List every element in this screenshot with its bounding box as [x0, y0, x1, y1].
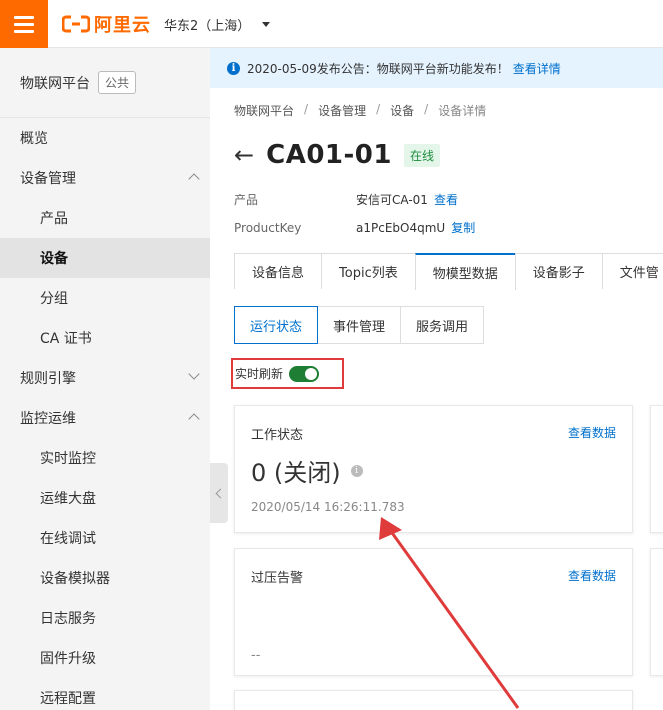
announcement-text: 2020-05-09发布公告：物联网平台新功能发布！	[247, 61, 509, 76]
top-bar: 阿里云 华东2（上海）	[0, 0, 663, 48]
breadcrumb-item[interactable]: 设备管理	[318, 102, 366, 119]
property-card-partial	[234, 690, 633, 710]
announcement-banner: i 2020-05-09发布公告：物联网平台新功能发布！ 查看详情	[210, 48, 663, 88]
sidebar-item-monitoring[interactable]: 监控运维	[0, 398, 210, 438]
sidebar-item-firmware-upgrade[interactable]: 固件升级	[0, 638, 210, 678]
property-card-partial	[650, 405, 663, 533]
product-row: 产品 安信可CA-01 查看	[234, 191, 458, 208]
sidebar-item-label: 规则引擎	[20, 371, 76, 387]
sidebar: 物联网平台 公共 概览 设备管理 产品 设备 分组 CA 证书 规则引擎 监控运…	[0, 48, 210, 710]
sidebar-item-device-management[interactable]: 设备管理	[0, 158, 210, 198]
sidebar-item-remote-config[interactable]: 远程配置	[0, 678, 210, 710]
property-card-partial	[650, 548, 663, 676]
sidebar-header: 物联网平台 公共	[0, 48, 210, 118]
brand-name: 阿里云	[94, 15, 151, 36]
view-data-link[interactable]: 查看数据	[568, 424, 616, 441]
page-title: CA01-01	[266, 140, 392, 170]
tab-file-management[interactable]: 文件管	[601, 253, 663, 289]
sidebar-item-product[interactable]: 产品	[0, 198, 210, 238]
sidebar-item-label: 在线调试	[40, 531, 96, 547]
chevron-up-icon	[188, 413, 200, 425]
subtab-service-call[interactable]: 服务调用	[400, 306, 485, 344]
sidebar-item-label: 设备管理	[20, 171, 76, 187]
sidebar-item-overview[interactable]: 概览	[0, 118, 210, 158]
breadcrumb-separator: /	[376, 102, 381, 116]
detail-tabs: 设备信息 Topic列表 物模型数据 设备影子 文件管	[234, 253, 663, 290]
property-card-overvoltage-alarm: 过压告警 查看数据 --	[234, 548, 633, 676]
sidebar-item-label: 分组	[40, 291, 68, 307]
copy-productkey-link[interactable]: 复制	[451, 221, 475, 235]
card-title: 过压告警	[251, 571, 304, 586]
card-value-text: 0 (关闭)	[251, 459, 341, 487]
subtab-event-management[interactable]: 事件管理	[317, 306, 402, 344]
announcement-link[interactable]: 查看详情	[513, 60, 561, 77]
breadcrumb-item[interactable]: 物联网平台	[234, 102, 294, 119]
subtab-running-status[interactable]: 运行状态	[234, 306, 319, 344]
sidebar-title: 物联网平台	[20, 75, 90, 92]
info-icon[interactable]: i	[350, 464, 363, 477]
sidebar-item-label: 设备模拟器	[40, 571, 110, 587]
breadcrumb-item[interactable]: 设备	[390, 102, 414, 119]
sidebar-item-ca-cert[interactable]: CA 证书	[0, 318, 210, 358]
breadcrumb-separator: /	[424, 102, 429, 116]
status-badge: 在线	[403, 143, 440, 167]
chevron-left-icon	[215, 488, 226, 498]
sidebar-item-device[interactable]: 设备	[0, 238, 210, 278]
sidebar-item-label: 固件升级	[40, 651, 96, 667]
region-selector[interactable]: 华东2（上海）	[164, 15, 271, 34]
product-label: 产品	[234, 193, 259, 207]
device-title-row: ← CA01-01 在线	[234, 140, 440, 170]
sub-tabs: 运行状态 事件管理 服务调用	[234, 306, 485, 344]
realtime-refresh-toggle[interactable]	[289, 365, 320, 382]
sidebar-item-log-service[interactable]: 日志服务	[0, 598, 210, 638]
sidebar-item-label: 实时监控	[40, 451, 96, 467]
sidebar-item-ops-dashboard[interactable]: 运维大盘	[0, 478, 210, 518]
product-value: 安信可CA-01	[356, 193, 428, 207]
tab-thing-model-data[interactable]: 物模型数据	[414, 253, 516, 290]
sidebar-item-group[interactable]: 分组	[0, 278, 210, 318]
breadcrumb-separator: /	[304, 102, 309, 116]
sidebar-collapse-handle[interactable]	[210, 463, 228, 523]
view-product-link[interactable]: 查看	[434, 193, 458, 207]
tab-device-info[interactable]: 设备信息	[234, 253, 323, 289]
sidebar-item-label: 产品	[40, 211, 68, 227]
info-icon: i	[227, 61, 240, 75]
public-badge: 公共	[98, 71, 137, 94]
card-value: 0 (关闭) i	[251, 453, 363, 488]
card-title: 工作状态	[251, 428, 304, 443]
view-data-link[interactable]: 查看数据	[568, 567, 616, 584]
productkey-label: ProductKey	[234, 221, 302, 235]
tab-topic-list[interactable]: Topic列表	[321, 253, 416, 289]
chevron-down-icon	[188, 368, 200, 380]
caret-down-icon	[262, 22, 271, 27]
property-card-work-status: 工作状态 查看数据 0 (关闭) i 2020/05/14 16:26:11.7…	[234, 405, 633, 533]
card-value-text: --	[251, 648, 261, 663]
sidebar-item-label: 日志服务	[40, 611, 96, 627]
realtime-refresh-control: 实时刷新	[231, 358, 344, 389]
hamburger-menu-icon[interactable]	[0, 0, 48, 48]
realtime-refresh-label: 实时刷新	[235, 367, 284, 381]
sidebar-item-device-simulator[interactable]: 设备模拟器	[0, 558, 210, 598]
tab-device-shadow[interactable]: 设备影子	[514, 253, 603, 289]
sidebar-item-rule-engine[interactable]: 规则引擎	[0, 358, 210, 398]
sidebar-item-online-debug[interactable]: 在线调试	[0, 518, 210, 558]
aliyun-logo-icon	[62, 15, 90, 33]
sidebar-item-label: 运维大盘	[40, 491, 96, 507]
sidebar-item-label: 设备	[40, 251, 68, 267]
productkey-value: a1PcEbO4qmU	[356, 221, 446, 235]
sidebar-item-label: 概览	[20, 131, 48, 147]
back-arrow-icon[interactable]: ←	[234, 143, 254, 167]
productkey-row: ProductKey a1PcEbO4qmU 复制	[234, 219, 475, 236]
aliyun-logo[interactable]: 阿里云	[62, 12, 151, 36]
region-label: 华东2（上海）	[164, 19, 251, 34]
sidebar-item-realtime-monitor[interactable]: 实时监控	[0, 438, 210, 478]
sidebar-item-label: 远程配置	[40, 691, 96, 707]
breadcrumb: 物联网平台 / 设备管理 / 设备 / 设备详情	[234, 102, 486, 119]
sidebar-item-label: CA 证书	[40, 331, 92, 347]
chevron-up-icon	[188, 173, 200, 185]
sidebar-item-label: 监控运维	[20, 411, 76, 427]
breadcrumb-current: 设备详情	[438, 104, 487, 118]
card-timestamp: 2020/05/14 16:26:11.783	[251, 500, 405, 514]
